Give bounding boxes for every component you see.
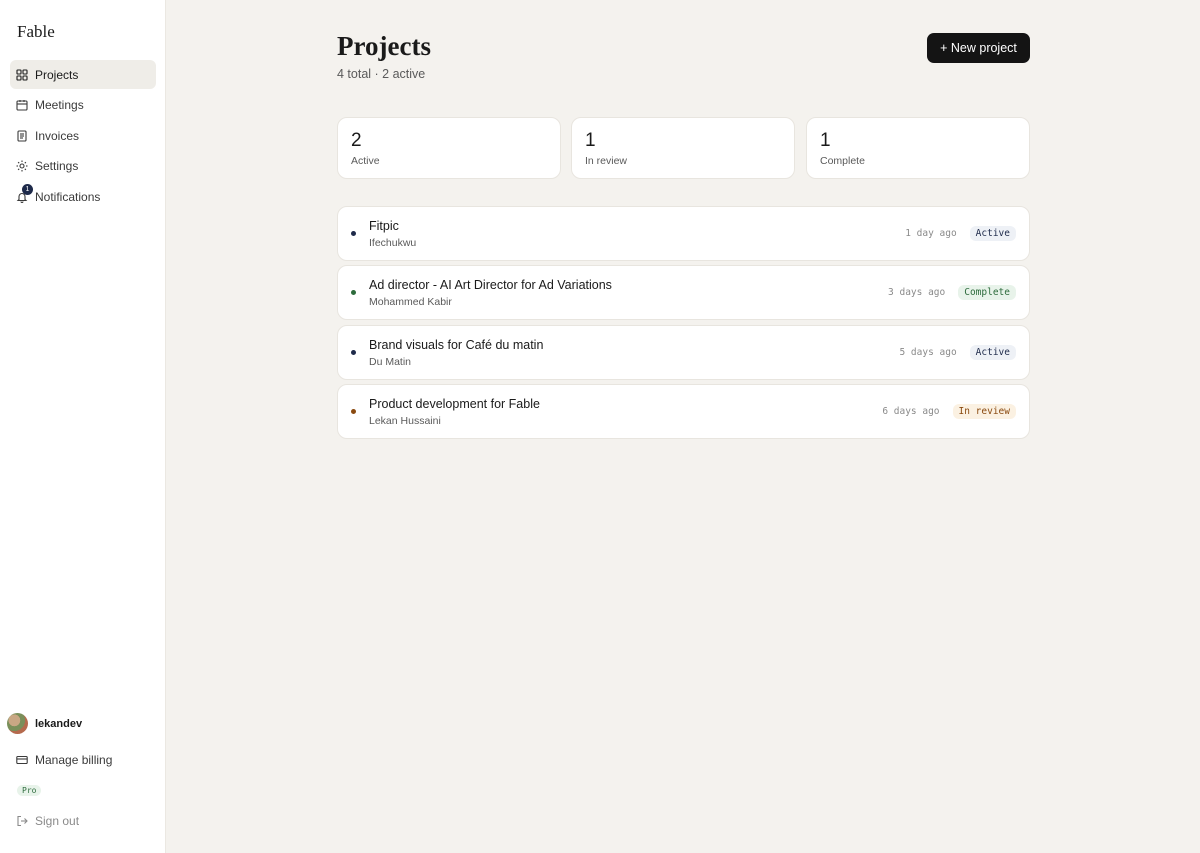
stat-label: In review bbox=[585, 155, 628, 167]
sidebar-item-label: Meetings bbox=[35, 98, 84, 113]
project-name: Brand visuals for Café du matin bbox=[369, 338, 544, 352]
stat-label: Complete bbox=[820, 155, 865, 167]
notification-count-badge: 1 bbox=[22, 183, 33, 195]
sign-out-icon bbox=[17, 815, 28, 827]
project-name: Fitpic bbox=[369, 219, 399, 233]
project-name: Ad director - AI Art Director for Ad Var… bbox=[369, 278, 612, 292]
sign-out-button[interactable]: Sign out bbox=[16, 814, 79, 828]
project-updated-time: 6 days ago bbox=[882, 406, 940, 417]
stat-value: 1 bbox=[820, 130, 831, 151]
sidebar-item-meetings[interactable]: Meetings bbox=[10, 91, 156, 120]
sun-gear-icon bbox=[16, 160, 28, 172]
page-title: Projects bbox=[337, 31, 431, 61]
calendar-icon bbox=[16, 99, 28, 111]
user-profile[interactable]: lekandev bbox=[7, 713, 82, 734]
sidebar-item-settings[interactable]: Settings bbox=[10, 152, 156, 181]
project-row[interactable]: Brand visuals for Café du matin Du Matin… bbox=[337, 325, 1030, 380]
sidebar-item-label: Settings bbox=[35, 159, 79, 174]
bell-icon: 1 bbox=[16, 183, 33, 203]
sidebar-nav: Projects Meetings Invoices Settings 1 No… bbox=[10, 60, 156, 213]
project-row[interactable]: Ad director - AI Art Director for Ad Var… bbox=[337, 265, 1030, 320]
stat-label: Active bbox=[351, 155, 380, 167]
status-badge: Active bbox=[969, 345, 1016, 360]
status-dot bbox=[351, 231, 356, 236]
status-dot bbox=[351, 409, 356, 414]
status-badge: Complete bbox=[958, 285, 1016, 300]
project-client: Du Matin bbox=[369, 356, 412, 368]
sign-out-label: Sign out bbox=[35, 814, 80, 828]
status-badge: In review bbox=[952, 404, 1016, 419]
project-client: Ifechukwu bbox=[369, 237, 417, 249]
stat-value: 1 bbox=[585, 130, 596, 151]
project-updated-time: 5 days ago bbox=[899, 347, 957, 358]
plan-badge: Pro bbox=[17, 785, 42, 796]
credit-card-icon bbox=[16, 755, 28, 765]
project-client: Lekan Hussaini bbox=[369, 415, 441, 427]
status-dot bbox=[351, 350, 356, 355]
stat-card-complete: 1 Complete bbox=[806, 117, 1030, 179]
sidebar-item-notifications[interactable]: 1 Notifications bbox=[10, 182, 156, 211]
project-updated-time: 1 day ago bbox=[905, 228, 957, 239]
status-badge: Active bbox=[969, 226, 1016, 241]
stat-card-active: 2 Active bbox=[337, 117, 561, 179]
status-dot bbox=[351, 290, 356, 295]
project-row[interactable]: Product development for Fable Lekan Huss… bbox=[337, 384, 1030, 439]
app-logo[interactable]: Fable bbox=[17, 22, 55, 42]
project-client: Mohammed Kabir bbox=[369, 296, 452, 308]
sidebar-item-label: Invoices bbox=[35, 128, 80, 143]
sidebar-item-label: Projects bbox=[35, 67, 79, 82]
sidebar-item-label: Notifications bbox=[35, 189, 101, 204]
project-name: Product development for Fable bbox=[369, 397, 540, 411]
sidebar-item-projects[interactable]: Projects bbox=[10, 60, 156, 89]
page-subtitle: 4 total · 2 active bbox=[337, 67, 426, 81]
manage-billing-link[interactable]: Manage billing bbox=[16, 753, 112, 767]
new-project-button[interactable]: + New project bbox=[927, 33, 1030, 63]
sidebar: Fable Projects Meetings Invoices Setting… bbox=[0, 0, 166, 853]
document-icon bbox=[16, 130, 28, 142]
grid-icon bbox=[16, 68, 28, 81]
username: lekandev bbox=[35, 717, 83, 730]
project-row[interactable]: Fitpic Ifechukwu 1 day ago Active bbox=[337, 206, 1030, 261]
sidebar-item-invoices[interactable]: Invoices bbox=[10, 121, 156, 150]
avatar bbox=[7, 713, 28, 734]
manage-billing-label: Manage billing bbox=[35, 753, 113, 767]
stat-card-in-review: 1 In review bbox=[571, 117, 795, 179]
stat-value: 2 bbox=[351, 130, 362, 151]
project-updated-time: 3 days ago bbox=[888, 287, 946, 298]
